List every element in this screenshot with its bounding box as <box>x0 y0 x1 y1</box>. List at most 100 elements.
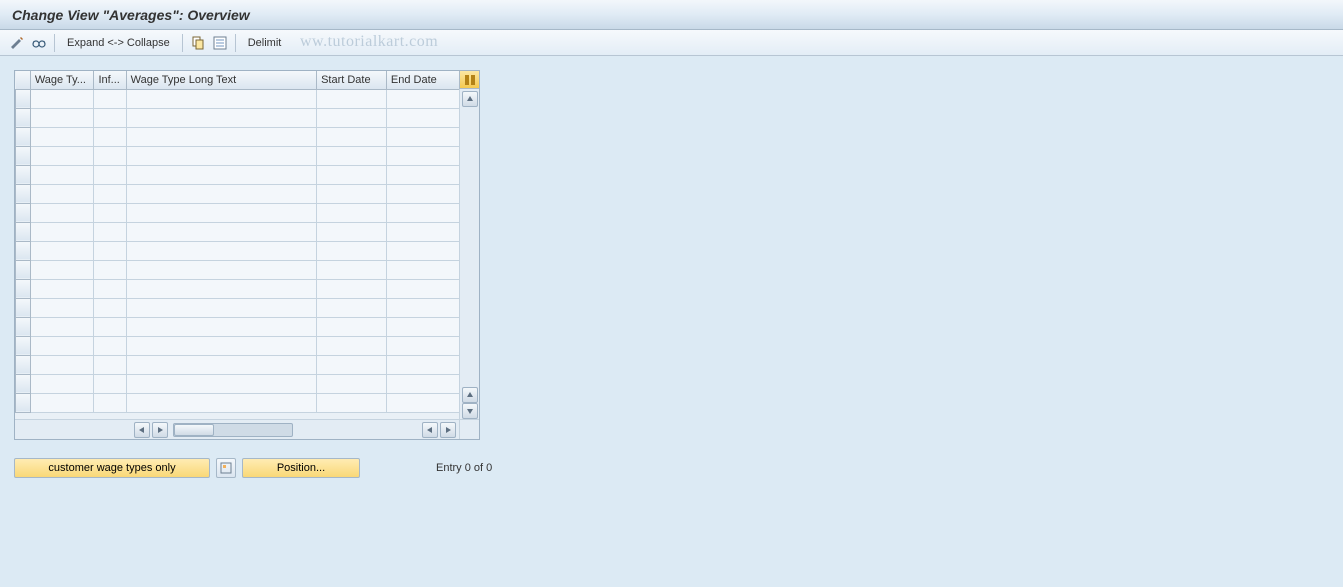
display-change-icon[interactable] <box>8 34 26 52</box>
cell[interactable] <box>30 108 94 127</box>
cell[interactable] <box>317 298 387 317</box>
cell[interactable] <box>30 165 94 184</box>
cell[interactable] <box>317 317 387 336</box>
cell[interactable] <box>317 241 387 260</box>
cell[interactable] <box>317 336 387 355</box>
row-header[interactable] <box>16 165 31 184</box>
cell[interactable] <box>386 374 460 393</box>
cell[interactable] <box>30 336 94 355</box>
table-row[interactable] <box>16 89 461 108</box>
expand-collapse-button[interactable]: Expand <-> Collapse <box>61 37 176 49</box>
cell[interactable] <box>30 317 94 336</box>
table-row[interactable] <box>16 108 461 127</box>
row-header[interactable] <box>16 393 31 412</box>
col-wage-type[interactable]: Wage Ty... <box>30 71 94 89</box>
position-icon[interactable] <box>216 458 236 478</box>
table-row[interactable] <box>16 260 461 279</box>
col-inf[interactable]: Inf... <box>94 71 126 89</box>
cell[interactable] <box>30 279 94 298</box>
row-header[interactable] <box>16 127 31 146</box>
row-header[interactable] <box>16 241 31 260</box>
row-header[interactable] <box>16 222 31 241</box>
row-header[interactable] <box>16 317 31 336</box>
copy-icon[interactable] <box>189 34 207 52</box>
cell[interactable] <box>386 336 460 355</box>
cell[interactable] <box>386 222 460 241</box>
cell[interactable] <box>30 127 94 146</box>
cell[interactable] <box>386 317 460 336</box>
cell[interactable] <box>126 165 316 184</box>
cell[interactable] <box>94 165 126 184</box>
cell[interactable] <box>386 108 460 127</box>
cell[interactable] <box>30 184 94 203</box>
vertical-scrollbar[interactable] <box>459 89 479 419</box>
hscroll-track[interactable] <box>173 423 293 437</box>
cell[interactable] <box>126 336 316 355</box>
table-row[interactable] <box>16 241 461 260</box>
cell[interactable] <box>126 184 316 203</box>
cell[interactable] <box>386 146 460 165</box>
cell[interactable] <box>126 355 316 374</box>
cell[interactable] <box>126 393 316 412</box>
table-row[interactable] <box>16 222 461 241</box>
cell[interactable] <box>317 279 387 298</box>
cell[interactable] <box>317 355 387 374</box>
cell[interactable] <box>317 260 387 279</box>
cell[interactable] <box>94 127 126 146</box>
cell[interactable] <box>30 393 94 412</box>
row-header[interactable] <box>16 184 31 203</box>
row-header[interactable] <box>16 108 31 127</box>
table-row[interactable] <box>16 203 461 222</box>
table-row[interactable] <box>16 165 461 184</box>
hscroll-thumb[interactable] <box>174 424 214 436</box>
cell[interactable] <box>94 317 126 336</box>
cell[interactable] <box>94 355 126 374</box>
delimit-button[interactable]: Delimit <box>242 37 288 49</box>
cell[interactable] <box>30 89 94 108</box>
row-header[interactable] <box>16 203 31 222</box>
cell[interactable] <box>126 279 316 298</box>
cell[interactable] <box>30 260 94 279</box>
table-row[interactable] <box>16 146 461 165</box>
scroll-right-button[interactable] <box>152 422 168 438</box>
cell[interactable] <box>94 298 126 317</box>
row-header[interactable] <box>16 89 31 108</box>
cell[interactable] <box>317 89 387 108</box>
cell[interactable] <box>126 146 316 165</box>
cell[interactable] <box>94 89 126 108</box>
cell[interactable] <box>317 203 387 222</box>
cell[interactable] <box>94 260 126 279</box>
glasses-icon[interactable] <box>30 34 48 52</box>
cell[interactable] <box>386 260 460 279</box>
position-button[interactable]: Position... <box>242 458 360 478</box>
cell[interactable] <box>386 89 460 108</box>
scroll-left-button[interactable] <box>134 422 150 438</box>
col-end-date[interactable]: End Date <box>386 71 460 89</box>
cell[interactable] <box>94 279 126 298</box>
scroll-up-button[interactable] <box>462 91 478 107</box>
cell[interactable] <box>386 393 460 412</box>
col-start-date[interactable]: Start Date <box>317 71 387 89</box>
cell[interactable] <box>386 127 460 146</box>
cell[interactable] <box>386 355 460 374</box>
cell[interactable] <box>30 298 94 317</box>
select-all-icon[interactable] <box>211 34 229 52</box>
cell[interactable] <box>126 222 316 241</box>
table-row[interactable] <box>16 298 461 317</box>
cell[interactable] <box>30 241 94 260</box>
cell[interactable] <box>94 108 126 127</box>
configure-columns-button[interactable] <box>459 71 479 89</box>
cell[interactable] <box>317 146 387 165</box>
cell[interactable] <box>126 127 316 146</box>
cell[interactable] <box>94 374 126 393</box>
cell[interactable] <box>317 222 387 241</box>
scroll-down-button[interactable] <box>462 403 478 419</box>
table-row[interactable] <box>16 355 461 374</box>
cell[interactable] <box>317 374 387 393</box>
cell[interactable] <box>30 355 94 374</box>
cell[interactable] <box>126 260 316 279</box>
scroll-right-end-button[interactable] <box>440 422 456 438</box>
scroll-left-end-button[interactable] <box>422 422 438 438</box>
cell[interactable] <box>317 184 387 203</box>
row-header[interactable] <box>16 374 31 393</box>
